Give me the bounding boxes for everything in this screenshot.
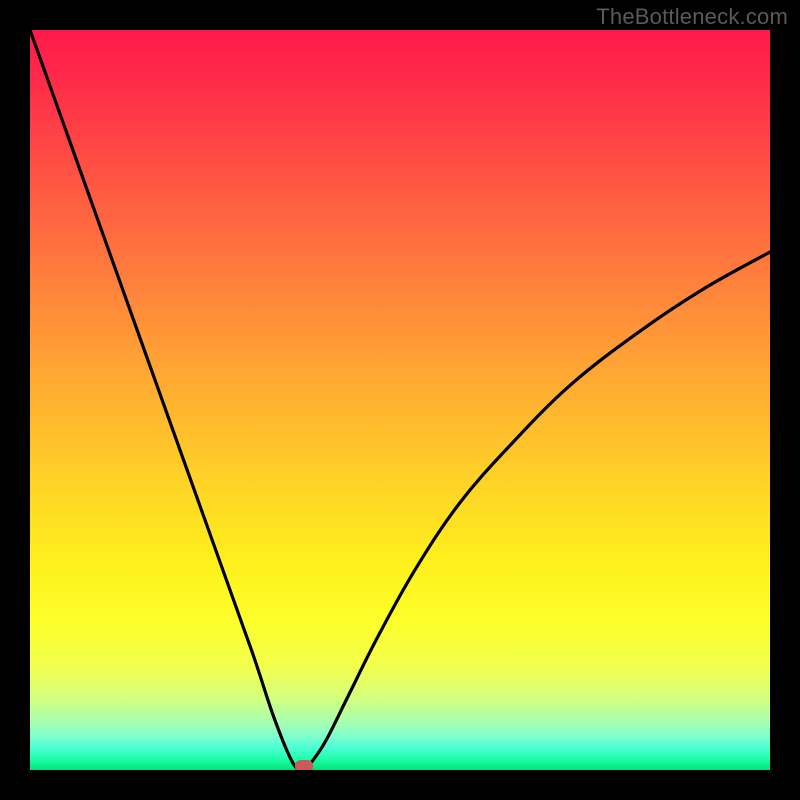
watermark-text: TheBottleneck.com bbox=[596, 4, 788, 30]
curve-svg bbox=[30, 30, 770, 770]
bottleneck-curve bbox=[30, 30, 770, 770]
minimum-marker bbox=[295, 760, 313, 770]
chart-frame: TheBottleneck.com bbox=[0, 0, 800, 800]
plot-area bbox=[30, 30, 770, 770]
